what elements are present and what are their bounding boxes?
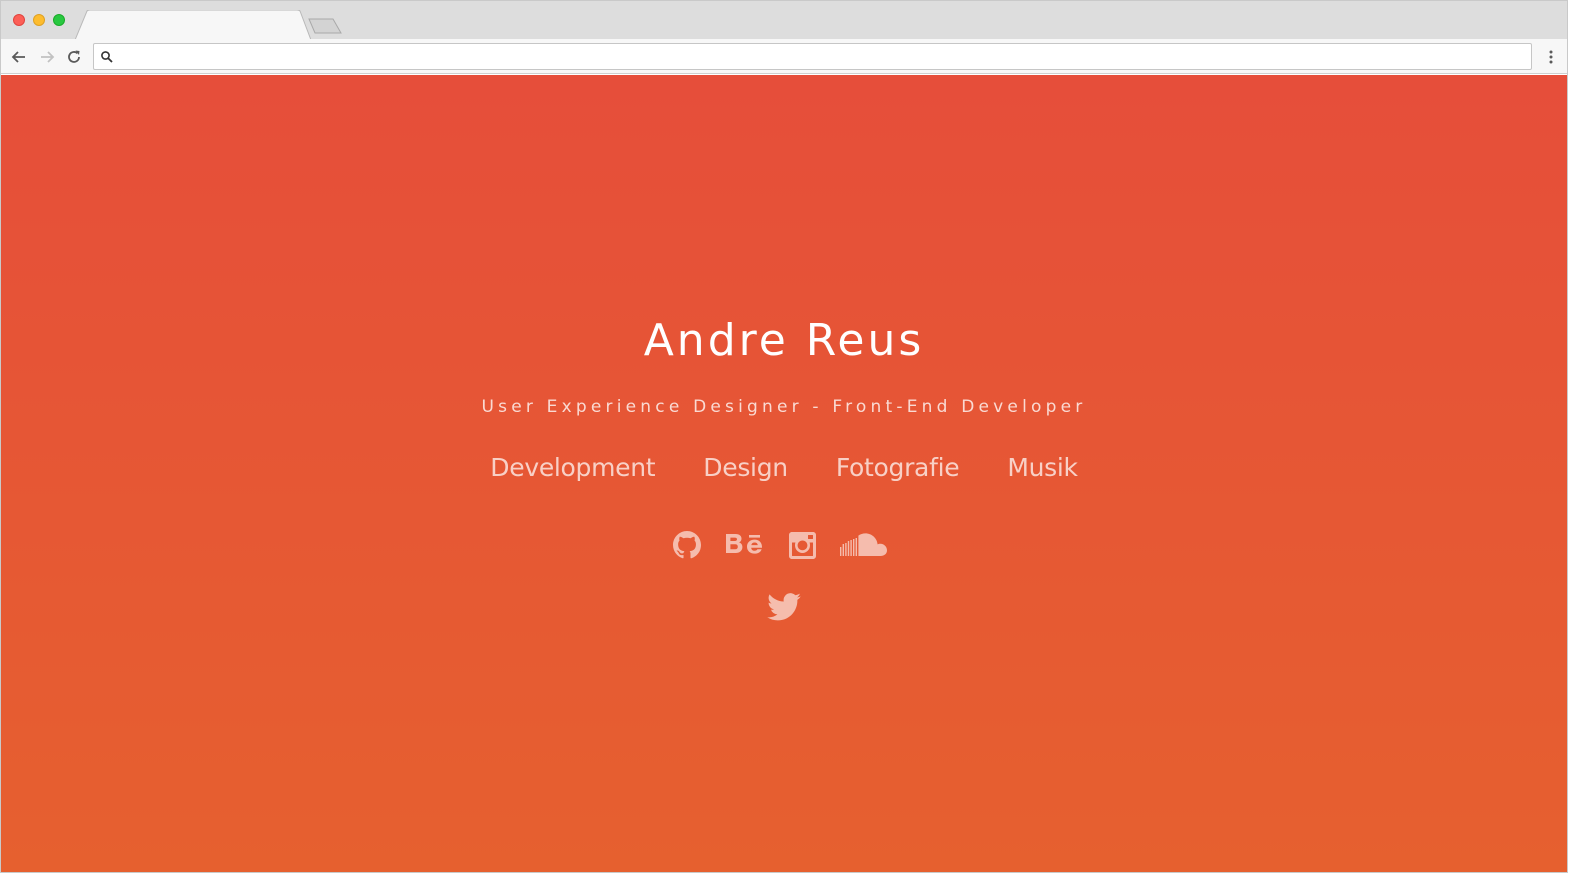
browser-toolbar bbox=[1, 39, 1567, 74]
close-window-button[interactable] bbox=[13, 14, 25, 26]
nav-link-fotografie[interactable]: Fotografie bbox=[836, 453, 960, 482]
search-icon bbox=[101, 51, 113, 63]
forward-button[interactable] bbox=[37, 47, 57, 67]
menu-dots-icon bbox=[1549, 50, 1553, 64]
social-links bbox=[1, 531, 1567, 559]
browser-window: Andre Reus User Experience Designer - Fr… bbox=[0, 0, 1568, 873]
behance-icon bbox=[725, 534, 762, 554]
reload-icon bbox=[68, 50, 80, 63]
github-link[interactable] bbox=[672, 531, 701, 559]
new-tab-button[interactable] bbox=[307, 17, 343, 35]
back-button[interactable] bbox=[9, 47, 29, 67]
soundcloud-icon bbox=[839, 533, 887, 556]
reload-button[interactable] bbox=[64, 47, 84, 67]
maximize-window-button[interactable] bbox=[53, 14, 65, 26]
subtitle: User Experience Designer - Front-End Dev… bbox=[481, 397, 1087, 417]
soundcloud-link[interactable] bbox=[839, 532, 896, 558]
tab-strip bbox=[1, 1, 1567, 40]
main-nav: Development Design Fotografie Musik bbox=[1, 453, 1567, 482]
back-icon bbox=[11, 51, 25, 63]
forward-icon bbox=[41, 51, 55, 63]
behance-link[interactable] bbox=[725, 532, 765, 558]
twitter-icon bbox=[767, 593, 801, 621]
minimize-window-button[interactable] bbox=[33, 14, 45, 26]
nav-link-development[interactable]: Development bbox=[490, 453, 655, 482]
nav-link-design[interactable]: Design bbox=[703, 453, 788, 482]
instagram-icon bbox=[788, 531, 816, 559]
twitter-link[interactable] bbox=[767, 593, 801, 621]
active-tab[interactable] bbox=[75, 10, 311, 40]
social-links-row-2 bbox=[1, 593, 1567, 621]
page-title: Andre Reus bbox=[643, 315, 925, 366]
browser-menu-button[interactable] bbox=[1543, 48, 1559, 66]
instagram-link[interactable] bbox=[788, 531, 816, 559]
github-icon bbox=[672, 531, 701, 559]
page-content: Andre Reus User Experience Designer - Fr… bbox=[1, 75, 1567, 872]
nav-link-musik[interactable]: Musik bbox=[1007, 453, 1078, 482]
address-bar[interactable] bbox=[93, 43, 1532, 70]
url-input[interactable] bbox=[120, 46, 1520, 67]
